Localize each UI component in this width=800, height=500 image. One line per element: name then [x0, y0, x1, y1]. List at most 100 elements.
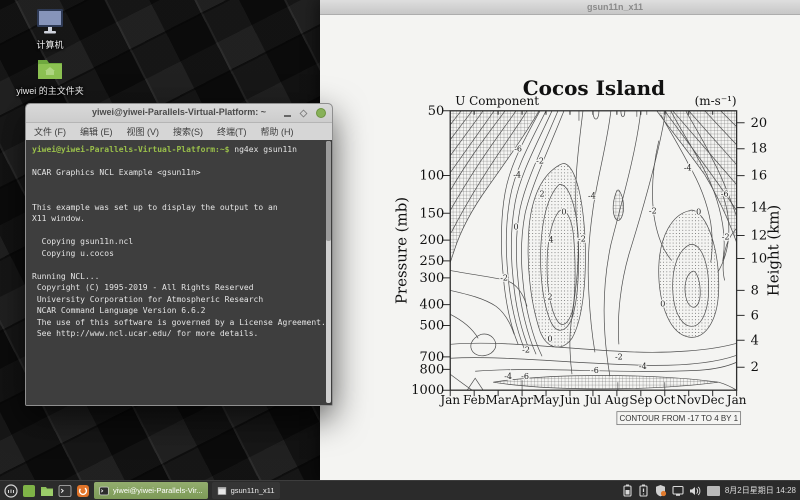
svg-text:0: 0 [547, 334, 552, 343]
terminal-line [32, 190, 332, 202]
shell-prompt: yiwei@yiwei-Parallels-Virtual-Platform:~… [32, 145, 229, 154]
scrollbar-thumb[interactable] [326, 141, 331, 241]
stipple-region-right [659, 210, 719, 337]
terminal-line: Running NCL... [32, 271, 332, 283]
close-button[interactable] [316, 108, 326, 118]
plot-title: Cocos Island [523, 76, 665, 100]
svg-text:-6: -6 [721, 190, 729, 199]
svg-text:Jan: Jan [439, 393, 460, 407]
maximize-button[interactable] [300, 109, 308, 117]
shield-update-icon[interactable] [654, 484, 667, 497]
right-axis-ticks [737, 123, 745, 367]
keyboard-layout-icon[interactable] [707, 486, 720, 496]
svg-text:2: 2 [547, 292, 552, 301]
terminal-menubar: 文件 (F) 编辑 (E) 视图 (V) 搜索(S) 终端(T) 帮助 (H) [26, 123, 332, 141]
taskbar-clock[interactable]: 8月2日星期日 14:28 [725, 485, 796, 496]
volume-icon[interactable] [689, 485, 702, 497]
svg-text:Feb: Feb [463, 393, 486, 407]
show-desktop-button[interactable] [21, 483, 36, 498]
display-icon[interactable] [672, 485, 684, 497]
svg-text:-6: -6 [591, 366, 599, 375]
terminal-line: University Corporation for Atmospheric R… [32, 294, 332, 306]
svg-text:Jan: Jan [726, 393, 747, 407]
terminal-titlebar[interactable]: yiwei@yiwei-Parallels-Virtual-Platform: … [26, 104, 332, 123]
folder-icon [40, 484, 54, 498]
svg-text:-2: -2 [536, 157, 544, 166]
browser-icon [76, 484, 90, 498]
file-manager-launcher[interactable] [39, 483, 54, 498]
shell-command: ng4ex gsun11n [229, 145, 296, 154]
terminal-line [32, 225, 332, 237]
terminal-line: X11 window. [32, 213, 332, 225]
svg-text:Sep: Sep [629, 393, 652, 407]
svg-text:-4: -4 [588, 192, 596, 201]
svg-text:150: 150 [419, 206, 444, 221]
taskbar-window-x11[interactable]: gsun11n_x11 [212, 482, 280, 499]
svg-text:300: 300 [419, 271, 444, 286]
taskbar-window-terminal[interactable]: yiwei@yiwei-Parallels-Vir... [94, 482, 208, 499]
svg-text:Oct: Oct [654, 393, 676, 407]
terminal-launcher[interactable] [57, 483, 72, 498]
svg-text:50: 50 [428, 104, 445, 119]
terminal-line: Copying u.cocos [32, 248, 332, 260]
svg-text:-2: -2 [578, 235, 586, 244]
svg-text:500: 500 [419, 319, 444, 334]
svg-text:Dec: Dec [701, 393, 725, 407]
x11-window: gsun11n_x11 Cocos Island U Component (m-… [320, 0, 800, 480]
mint-menu-button[interactable] [3, 483, 18, 498]
svg-text:200: 200 [419, 233, 444, 248]
desktop-icon-home-folder[interactable]: yiwei 的主文件夹 [5, 56, 95, 97]
svg-text:-4: -4 [684, 164, 692, 173]
svg-text:May: May [533, 393, 559, 407]
plot-units-label: (m-s⁻¹) [695, 94, 737, 108]
pressure-tick-labels: 50 100 150 200 250 300 400 500 700 800 1… [411, 104, 444, 398]
height-axis-title: Height (km) [765, 205, 783, 297]
x11-titlebar[interactable]: gsun11n_x11 [320, 0, 800, 15]
browser-launcher[interactable] [75, 483, 90, 498]
terminal-line: Copyright (C) 1995-2019 - All Rights Res… [32, 282, 332, 294]
terminal-line: NCAR Command Language Version 6.6.2 [32, 305, 332, 317]
desktop-icon-label: yiwei 的主文件夹 [16, 86, 84, 96]
svg-text:Jul: Jul [584, 393, 602, 407]
desktop-icon-computer[interactable]: 计算机 [5, 8, 95, 51]
svg-text:1000: 1000 [411, 383, 444, 398]
desktop-icon-label: 计算机 [36, 40, 63, 50]
contour-info-text: CONTOUR FROM -17 TO 4 BY 1 [619, 414, 738, 423]
terminal-window: yiwei@yiwei-Parallels-Virtual-Platform: … [25, 103, 333, 406]
menu-help[interactable]: 帮助 (H) [261, 125, 294, 138]
menu-edit[interactable]: 编辑 (E) [80, 125, 113, 138]
minimize-button[interactable] [284, 115, 291, 117]
svg-text:20: 20 [751, 116, 768, 131]
svg-text:800: 800 [419, 362, 444, 377]
show-desktop-icon [22, 484, 36, 498]
home-folder-icon [35, 56, 65, 82]
system-tray: 8月2日星期日 14:28 [622, 484, 800, 497]
battery-alert-icon[interactable] [638, 484, 649, 497]
svg-text:400: 400 [419, 298, 444, 313]
svg-text:250: 250 [419, 254, 444, 269]
svg-text:18: 18 [751, 142, 768, 157]
terminal-line: See http://www.ncl.ucar.edu/ for more de… [32, 328, 332, 340]
svg-text:0: 0 [696, 208, 701, 217]
terminal-output[interactable]: yiwei@yiwei-Parallels-Virtual-Platform:~… [26, 140, 332, 405]
terminal-line: This example was set up to display the o… [32, 202, 332, 214]
svg-text:-2: -2 [522, 345, 530, 354]
window-icon [217, 486, 227, 496]
terminal-scrollbar[interactable] [326, 141, 331, 403]
plot-subtitle-left: U Component [455, 94, 539, 108]
svg-text:100: 100 [419, 168, 444, 183]
menu-view[interactable]: 视图 (V) [127, 125, 160, 138]
menu-file[interactable]: 文件 (F) [34, 125, 66, 138]
month-labels: Jan Feb Mar Apr May Jun Jul Aug Sep Oct … [439, 393, 746, 407]
menu-search[interactable]: 搜索(S) [173, 125, 203, 138]
svg-text:-2: -2 [500, 273, 508, 282]
svg-text:16: 16 [751, 169, 768, 184]
svg-text:6: 6 [751, 308, 759, 323]
x11-window-title: gsun11n_x11 [550, 2, 680, 12]
svg-text:-6: -6 [514, 145, 522, 154]
battery-icon[interactable] [622, 484, 633, 497]
svg-text:-4: -4 [504, 372, 512, 381]
taskbar-window-label: gsun11n_x11 [231, 486, 275, 495]
svg-text:-6: -6 [521, 372, 529, 381]
menu-terminal[interactable]: 终端(T) [217, 125, 247, 138]
